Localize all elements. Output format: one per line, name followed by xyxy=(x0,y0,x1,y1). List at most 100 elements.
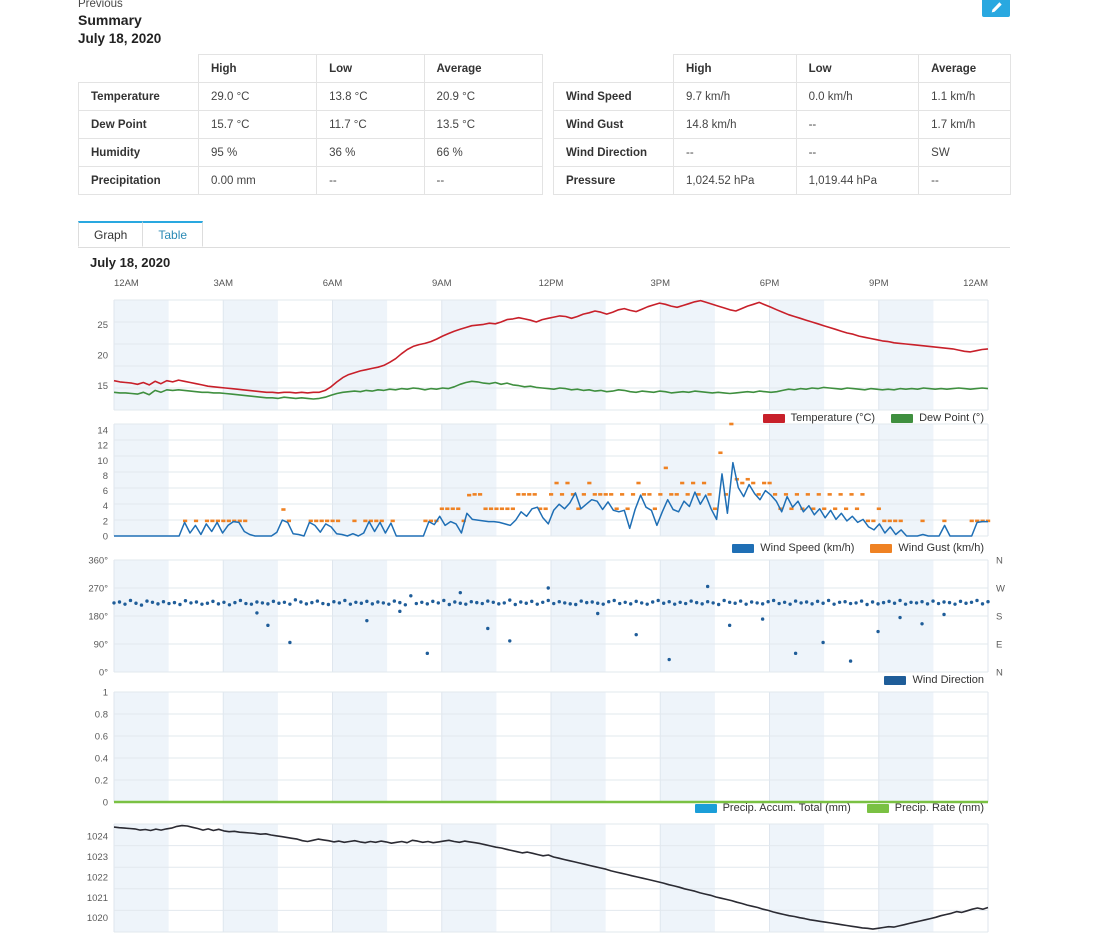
direction-point xyxy=(189,601,193,605)
page-title: Summary xyxy=(78,12,142,28)
gust-marker xyxy=(456,507,461,511)
svg-text:20: 20 xyxy=(97,351,108,362)
gust-marker xyxy=(838,493,843,496)
svg-text:1020: 1020 xyxy=(87,913,108,924)
legend-label: Precip. Accum. Total (mm) xyxy=(722,802,851,814)
direction-point xyxy=(453,600,457,604)
previous-link[interactable]: Previous xyxy=(78,0,123,11)
direction-point xyxy=(442,598,446,603)
gust-marker xyxy=(783,493,789,496)
direction-point xyxy=(486,599,490,603)
gust-marker xyxy=(887,519,892,523)
legend-item[interactable]: Precip. Accum. Total (mm) xyxy=(694,802,851,814)
direction-point xyxy=(337,601,342,605)
svg-text:1023: 1023 xyxy=(87,852,108,863)
svg-text:0: 0 xyxy=(103,532,108,543)
gust-marker xyxy=(204,519,210,523)
direction-point xyxy=(425,602,430,606)
gust-marker xyxy=(581,493,586,496)
gust-marker xyxy=(516,493,521,496)
wind-chart-svg: 0 2 4 6 8 10 12 14 xyxy=(97,422,991,543)
legend-item[interactable]: Precip. Rate (mm) xyxy=(866,802,984,814)
direction-point xyxy=(205,601,210,605)
gust-marker xyxy=(554,481,559,485)
chart-legend: Precip. Accum. Total (mm) Precip. Rate (m… xyxy=(694,802,984,814)
direction-point xyxy=(837,600,842,605)
table-header-row: High Low Average xyxy=(78,54,544,83)
direction-point xyxy=(639,601,644,605)
direction-point xyxy=(942,600,946,604)
cell-high: 14.8 km/h xyxy=(673,110,797,139)
direction-point xyxy=(376,600,380,604)
direction-point xyxy=(326,602,331,607)
direction-point xyxy=(925,602,930,606)
direction-point xyxy=(480,601,484,606)
direction-point xyxy=(865,602,869,607)
direction-point xyxy=(260,601,265,605)
wind-chart: 0 2 4 6 8 10 12 14 Wind Speed (km/h) Wind Gust (k… xyxy=(78,416,1010,562)
direction-point xyxy=(266,602,270,606)
gust-marker xyxy=(843,507,849,511)
svg-text:25: 25 xyxy=(97,320,108,331)
gust-marker xyxy=(718,451,723,455)
direction-point xyxy=(557,599,561,604)
table-row: Dew Point 15.7 °C 11.7 °C 13.5 °C xyxy=(78,110,544,139)
direction-point xyxy=(431,599,435,604)
gust-marker xyxy=(876,507,881,511)
column-header-low: Low xyxy=(316,54,425,83)
direction-point xyxy=(585,600,589,605)
wind-direction-chart: 0° 90° 180° 270° 360° N E S W N Wind Direction xyxy=(78,552,1010,698)
direction-point xyxy=(535,602,539,606)
direction-point xyxy=(618,601,622,606)
direction-point xyxy=(942,612,946,617)
table-row: Temperature 29.0 °C 13.8 °C 20.9 °C xyxy=(78,82,544,111)
cell-low: 11.7 °C xyxy=(316,110,425,139)
gust-marker xyxy=(816,493,821,496)
svg-text:W: W xyxy=(996,584,1005,595)
direction-point xyxy=(211,599,215,604)
direction-point xyxy=(266,623,270,628)
summary-table-left-wrapper: High Low Average Temperature 29.0 °C 13.… xyxy=(78,54,544,195)
gust-marker xyxy=(865,519,871,523)
cell-low: -- xyxy=(795,138,920,167)
row-label: Wind Direction xyxy=(553,138,674,167)
gust-marker xyxy=(521,493,526,496)
svg-text:14: 14 xyxy=(97,426,108,437)
direction-point xyxy=(810,602,814,606)
tab-table[interactable]: Table xyxy=(142,221,204,247)
gust-marker xyxy=(827,493,832,496)
direction-point xyxy=(491,600,495,605)
gust-marker xyxy=(620,493,625,496)
row-label: Temperature xyxy=(78,82,199,111)
direction-point xyxy=(563,601,567,605)
direction-point xyxy=(238,598,243,603)
cell-high: 29.0 °C xyxy=(197,82,318,111)
direction-point xyxy=(398,600,402,605)
gust-marker xyxy=(707,493,712,496)
cell-high: 1,024.52 hPa xyxy=(673,166,797,195)
gust-marker xyxy=(822,507,827,511)
direction-point xyxy=(607,599,611,604)
edit-button[interactable] xyxy=(982,0,1010,17)
table-row: Wind Gust 14.8 km/h -- 1.7 km/h xyxy=(553,110,1011,139)
svg-text:9AM: 9AM xyxy=(432,278,452,289)
direction-point xyxy=(596,601,600,605)
direction-point xyxy=(458,601,463,605)
direction-point xyxy=(222,600,226,605)
svg-text:90°: 90° xyxy=(94,640,109,651)
table-row: Wind Speed 9.7 km/h 0.0 km/h 1.1 km/h xyxy=(553,82,1011,111)
direction-point xyxy=(936,601,941,606)
svg-text:0.8: 0.8 xyxy=(95,710,108,721)
direction-point xyxy=(332,599,336,604)
legend-swatch xyxy=(694,803,717,813)
svg-text:15: 15 xyxy=(97,381,108,392)
pressure-chart: 1020 1021 1022 1023 1024 xyxy=(78,818,1010,938)
svg-text:9PM: 9PM xyxy=(869,278,889,289)
direction-point xyxy=(414,601,419,606)
direction-point xyxy=(464,602,468,606)
gust-marker xyxy=(882,519,887,523)
svg-text:0: 0 xyxy=(103,798,108,809)
direction-point xyxy=(947,600,952,605)
tab-graph[interactable]: Graph xyxy=(78,221,144,247)
direction-point xyxy=(821,601,825,605)
